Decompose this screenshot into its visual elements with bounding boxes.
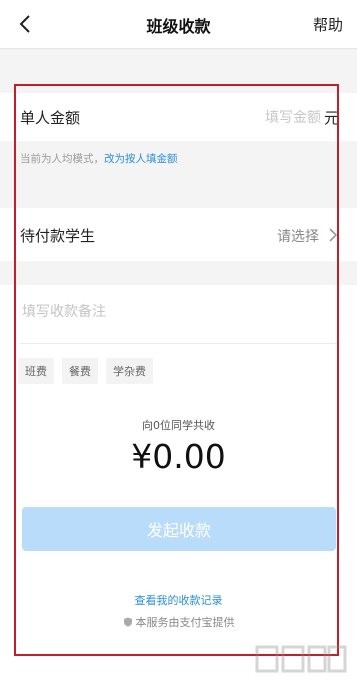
page-title: 班级收款: [146, 17, 211, 36]
memo-input[interactable]: [20, 295, 334, 329]
amount-label: 单人金额: [20, 109, 81, 127]
students-row[interactable]: 待付款学生 请选择: [0, 208, 357, 261]
amount-unit: 元: [323, 109, 339, 127]
change-mode-link[interactable]: 改为按人填金额: [104, 153, 178, 165]
amount-input[interactable]: [209, 105, 323, 131]
nav-bar: 班级收款 帮助: [0, 0, 357, 49]
students-label: 待付款学生: [20, 227, 96, 245]
mode-hint-text: 当前为人均模式，: [20, 153, 104, 165]
tag-class-fee[interactable]: 班费: [18, 358, 54, 384]
mode-hint: 当前为人均模式，改为按人填金额: [20, 151, 178, 166]
memo-block: 班费 餐费 学杂费: [0, 285, 357, 395]
memo-tags: 班费 餐费 学杂费: [18, 358, 153, 384]
tag-meal-fee[interactable]: 餐费: [62, 358, 98, 384]
chevron-right-icon: [329, 228, 338, 242]
provider-text: 本服务由支付宝提供: [135, 616, 235, 629]
provider-note: 本服务由支付宝提供: [0, 614, 357, 630]
submit-collection-button[interactable]: 发起收款: [22, 507, 336, 551]
history-link[interactable]: 查看我的收款记录: [0, 592, 357, 608]
memo-divider: [20, 343, 337, 344]
summary-note: 向0位同学共收: [142, 419, 215, 432]
students-select[interactable]: 请选择: [277, 226, 319, 246]
total-amount: ¥0.00: [131, 437, 226, 476]
tag-misc-fee[interactable]: 学杂费: [106, 358, 153, 384]
amount-row: 单人金额 元: [0, 93, 357, 141]
help-button[interactable]: 帮助: [313, 14, 343, 35]
shield-icon: [123, 617, 132, 627]
